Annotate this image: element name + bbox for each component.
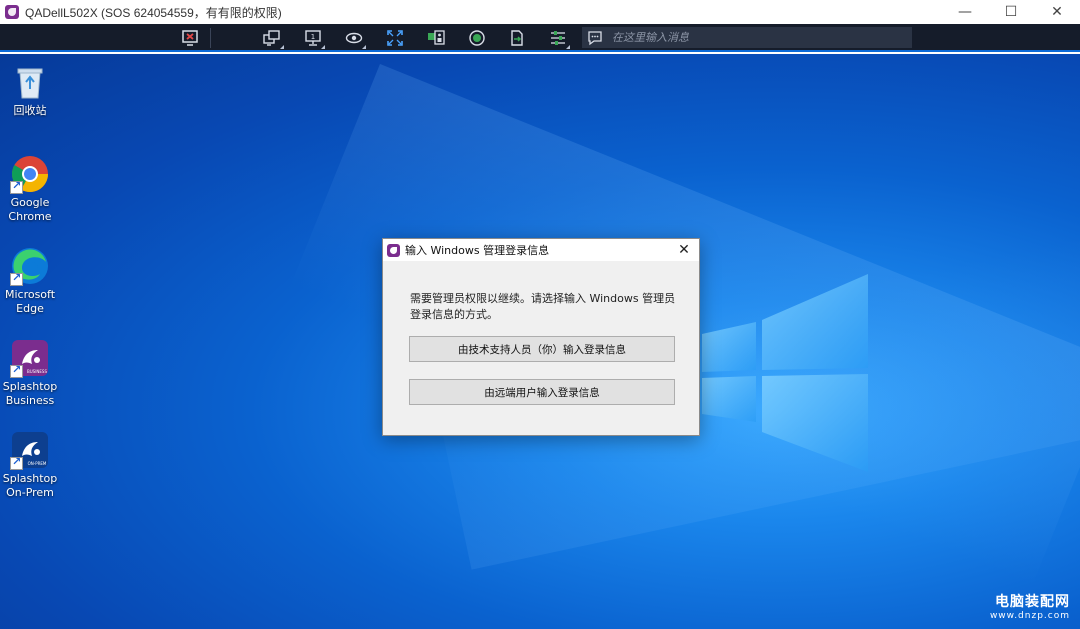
chat-input[interactable] [612, 31, 902, 44]
watermark: 电脑装配网 www.dnzp.com [990, 591, 1070, 621]
desktop-icon-google-chrome[interactable]: Google Chrome [0, 154, 60, 224]
file-transfer-icon[interactable] [504, 26, 530, 50]
window-titlebar: QADellL502X (SOS 624054559，有有限的权限) — ☐ ✕ [0, 0, 1080, 24]
windows-logo-wallpaper [702, 274, 868, 472]
dropdown-caret-icon [362, 45, 366, 49]
dialog-titlebar: 输入 Windows 管理登录信息 ✕ [383, 239, 699, 261]
dialog-message: 需要管理员权限以继续。请选择输入 Windows 管理员登录信息的方式。 [410, 292, 676, 321]
splashtop-app-icon [5, 5, 19, 19]
admin-login-dialog: 输入 Windows 管理登录信息 ✕ 需要管理员权限以继续。请选择输入 Win… [382, 238, 700, 436]
watermark-url: www.dnzp.com [989, 611, 1070, 621]
remote-user-enter-credentials-button[interactable]: 由远端用户输入登录信息 [409, 379, 675, 405]
shortcut-arrow-icon [10, 455, 23, 470]
desktop-icon-splashtop-business[interactable]: BUSINESS Splashtop Business [0, 338, 60, 408]
splashtop-on-prem-icon: ON-PREM [10, 430, 50, 470]
dropdown-caret-icon [280, 45, 284, 49]
recycle-bin-icon [10, 62, 50, 102]
toolbar-divider [210, 28, 211, 48]
desktop-icon-microsoft-edge[interactable]: Microsoft Edge [0, 246, 60, 316]
icon-badge-text: BUSINESS [27, 369, 47, 374]
desktop-icon-label: 回收站 [13, 104, 47, 117]
disconnect-icon[interactable] [177, 26, 203, 50]
dropdown-caret-icon [566, 45, 570, 49]
window-controls: — ☐ ✕ [942, 0, 1080, 24]
close-button[interactable]: ✕ [1034, 0, 1080, 24]
shortcut-arrow-icon [10, 179, 23, 194]
minimize-button[interactable]: — [942, 0, 988, 24]
maximize-button[interactable]: ☐ [988, 0, 1034, 24]
tech-enter-credentials-button[interactable]: 由技术支持人员（你）输入登录信息 [409, 336, 675, 362]
desktop-icon-label: Microsoft Edge [4, 288, 56, 315]
chat-bubble-icon [588, 31, 602, 46]
fullscreen-icon[interactable] [382, 26, 408, 50]
desktop-icon-recycle-bin[interactable]: 回收站 [0, 62, 60, 118]
monitor-1-icon[interactable]: 1 [300, 26, 326, 50]
edge-icon [10, 246, 50, 286]
monitor-number: 1 [311, 33, 315, 41]
dialog-close-button[interactable]: ✕ [675, 241, 693, 259]
splashtop-business-icon: BUSINESS [10, 338, 50, 378]
desktop-icon-splashtop-on-prem[interactable]: ON-PREM Splashtop On-Prem [0, 430, 60, 500]
ctrl-alt-del-icon[interactable] [423, 26, 449, 50]
desktop-icon-label: Google Chrome [8, 196, 52, 223]
desktop-icon-label: Splashtop Business [2, 380, 58, 407]
record-icon[interactable] [464, 26, 490, 50]
icon-badge-text: ON-PREM [28, 461, 47, 466]
splashtop-app-icon [387, 243, 400, 257]
chrome-icon [10, 154, 50, 194]
shortcut-arrow-icon [10, 363, 23, 378]
watermark-title: 电脑装配网 [995, 594, 1070, 610]
settings-sliders-icon[interactable] [545, 26, 571, 50]
view-eye-icon[interactable] [341, 26, 367, 50]
dropdown-caret-icon [321, 45, 325, 49]
shortcut-arrow-icon [10, 271, 23, 286]
window-title: QADellL502X (SOS 624054559，有有限的权限) [25, 5, 282, 20]
switch-monitor-icon[interactable] [259, 26, 285, 50]
dialog-title: 输入 Windows 管理登录信息 [405, 244, 550, 257]
desktop-icon-label: Splashtop On-Prem [2, 472, 58, 499]
remote-toolbar: 1 [0, 24, 1080, 52]
chat-box [582, 27, 912, 48]
